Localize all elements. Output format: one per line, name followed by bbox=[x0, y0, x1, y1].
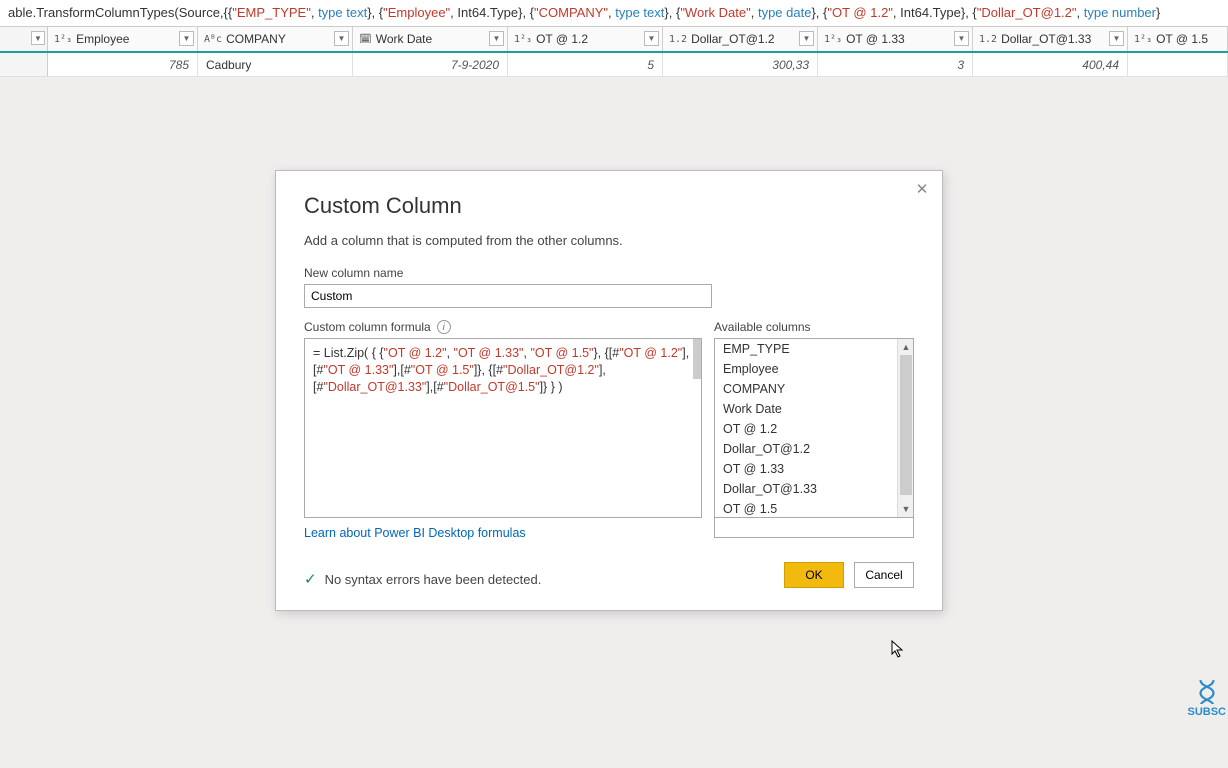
type-icon: 🗓 bbox=[359, 34, 372, 45]
filter-icon[interactable]: ▼ bbox=[954, 31, 969, 46]
list-item[interactable]: OT @ 1.2 bbox=[715, 419, 913, 439]
formula-label: Custom column formula bbox=[304, 320, 431, 334]
col-label: OT @ 1.5 bbox=[1156, 32, 1208, 46]
cell-company[interactable]: Cadbury bbox=[198, 53, 353, 76]
col-ot12[interactable]: 1²₃ OT @ 1.2 ▼ bbox=[508, 27, 663, 51]
filter-icon[interactable]: ▼ bbox=[1109, 31, 1124, 46]
list-item[interactable]: Dollar_OT@1.2 bbox=[715, 439, 913, 459]
info-icon[interactable]: i bbox=[437, 320, 451, 334]
list-item[interactable]: EMP_TYPE bbox=[715, 339, 913, 359]
cell-employee[interactable]: 785 bbox=[48, 53, 198, 76]
column-name-input[interactable] bbox=[304, 284, 712, 308]
list-scrollbar[interactable]: ▲ ▼ bbox=[897, 339, 913, 517]
row-header[interactable]: ▼ bbox=[0, 27, 48, 51]
col-ot133[interactable]: 1²₃ OT @ 1.33 ▼ bbox=[818, 27, 973, 51]
col-label: OT @ 1.2 bbox=[536, 32, 588, 46]
filter-icon[interactable]: ▼ bbox=[644, 31, 659, 46]
col-label: OT @ 1.33 bbox=[846, 32, 905, 46]
filter-icon[interactable]: ▼ bbox=[179, 31, 194, 46]
cell-ot12[interactable]: 5 bbox=[508, 53, 663, 76]
cursor-icon bbox=[891, 640, 905, 663]
custom-column-dialog: ✕ Custom Column Add a column that is com… bbox=[275, 170, 943, 611]
ok-button[interactable]: OK bbox=[784, 562, 844, 588]
cell-ot15[interactable] bbox=[1128, 53, 1228, 76]
list-item[interactable]: OT @ 1.33 bbox=[715, 459, 913, 479]
dialog-title: Custom Column bbox=[304, 193, 914, 219]
cell-dollar12[interactable]: 300,33 bbox=[663, 53, 818, 76]
filter-icon[interactable]: ▼ bbox=[334, 31, 349, 46]
dna-icon bbox=[1194, 678, 1220, 704]
list-item[interactable]: COMPANY bbox=[715, 379, 913, 399]
dialog-subtitle: Add a column that is computed from the o… bbox=[304, 233, 914, 248]
col-dollar133[interactable]: 1.2 Dollar_OT@1.33 ▼ bbox=[973, 27, 1128, 51]
rowhead-dropdown-icon[interactable]: ▼ bbox=[31, 31, 45, 45]
cancel-button[interactable]: Cancel bbox=[854, 562, 914, 588]
learn-link[interactable]: Learn about Power BI Desktop formulas bbox=[304, 526, 526, 540]
cell-dollar133[interactable]: 400,44 bbox=[973, 53, 1128, 76]
type-icon: 1²₃ bbox=[824, 34, 842, 45]
type-icon: Aᴮc bbox=[204, 34, 222, 45]
col-workdate[interactable]: 🗓 Work Date ▼ bbox=[353, 27, 508, 51]
col-label: Employee bbox=[76, 32, 129, 46]
list-item[interactable]: OT @ 1.5 bbox=[715, 499, 913, 518]
list-item[interactable]: Dollar_OT@1.33 bbox=[715, 479, 913, 499]
table-row[interactable]: 785 Cadbury 7-9-2020 5 300,33 3 400,44 bbox=[0, 53, 1228, 77]
type-icon: 1²₃ bbox=[514, 34, 532, 45]
col-ot15[interactable]: 1²₃ OT @ 1.5 bbox=[1128, 27, 1228, 51]
cell-workdate[interactable]: 7-9-2020 bbox=[353, 53, 508, 76]
insert-button-stub[interactable] bbox=[714, 518, 914, 538]
formula-scrollbar[interactable] bbox=[693, 339, 701, 379]
col-label: Dollar_OT@1.2 bbox=[691, 32, 775, 46]
type-icon: 1²₃ bbox=[1134, 34, 1152, 45]
cell-ot133[interactable]: 3 bbox=[818, 53, 973, 76]
close-icon[interactable]: ✕ bbox=[912, 179, 932, 199]
check-icon: ✓ bbox=[304, 570, 317, 588]
status-text: No syntax errors have been detected. bbox=[325, 572, 542, 587]
row-number bbox=[0, 53, 48, 76]
col-employee[interactable]: 1²₃ Employee ▼ bbox=[48, 27, 198, 51]
col-dollar12[interactable]: 1.2 Dollar_OT@1.2 ▼ bbox=[663, 27, 818, 51]
list-item[interactable]: Work Date bbox=[715, 399, 913, 419]
watermark: SUBSC bbox=[1187, 678, 1226, 718]
data-table: ▼ 1²₃ Employee ▼ Aᴮc COMPANY ▼ 🗓 Work Date ▼ 1… bbox=[0, 27, 1228, 77]
list-item[interactable]: Employee bbox=[715, 359, 913, 379]
filter-icon[interactable]: ▼ bbox=[489, 31, 504, 46]
col-label: Dollar_OT@1.33 bbox=[1001, 32, 1091, 46]
formula-input[interactable]: = List.Zip( { {"OT @ 1.2", "OT @ 1.33", … bbox=[304, 338, 702, 518]
scroll-up-icon[interactable]: ▲ bbox=[898, 339, 914, 355]
col-label: Work Date bbox=[376, 32, 432, 46]
formula-bar[interactable]: able.TransformColumnTypes(Source,{{"EMP_… bbox=[0, 0, 1228, 27]
filter-icon[interactable]: ▼ bbox=[799, 31, 814, 46]
scroll-down-icon[interactable]: ▼ bbox=[898, 501, 914, 517]
type-icon: 1.2 bbox=[669, 34, 687, 45]
col-label: COMPANY bbox=[226, 32, 286, 46]
col-company[interactable]: Aᴮc COMPANY ▼ bbox=[198, 27, 353, 51]
type-icon: 1.2 bbox=[979, 34, 997, 45]
available-label: Available columns bbox=[714, 320, 914, 334]
name-label: New column name bbox=[304, 266, 914, 280]
available-columns-list: EMP_TYPE Employee COMPANY Work Date OT @… bbox=[714, 338, 914, 518]
scroll-thumb[interactable] bbox=[900, 355, 912, 495]
table-header-row: ▼ 1²₃ Employee ▼ Aᴮc COMPANY ▼ 🗓 Work Date ▼ 1… bbox=[0, 27, 1228, 53]
type-icon: 1²₃ bbox=[54, 34, 72, 45]
